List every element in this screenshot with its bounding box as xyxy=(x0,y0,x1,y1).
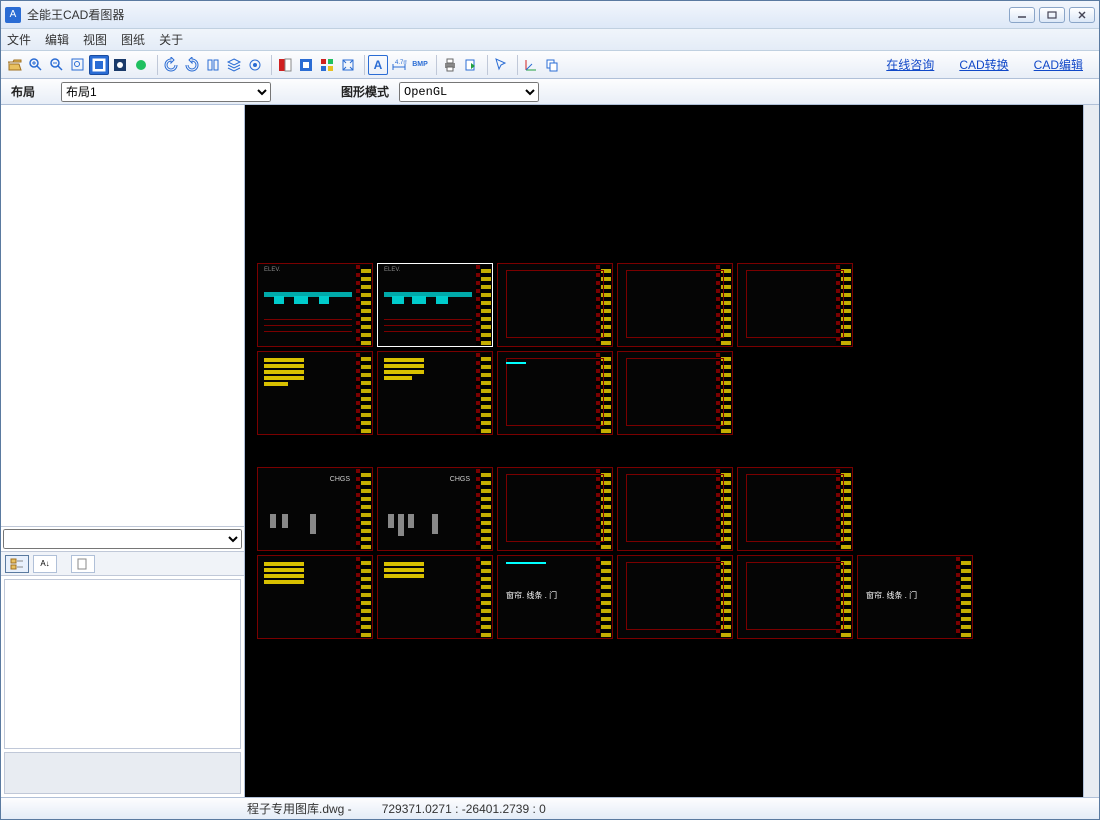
thumb-detail-16[interactable] xyxy=(377,555,493,639)
window-title: 全能王CAD看图器 xyxy=(27,6,1009,23)
graphics-mode-label: 图形模式 xyxy=(341,83,389,100)
app-window: A 全能王CAD看图器 文件 编辑 视图 图纸 关于 A xyxy=(0,0,1100,820)
separator xyxy=(514,55,518,75)
main-area: A↓ ELEV. ELEV. xyxy=(1,105,1099,797)
thumb-elevation-1[interactable]: ELEV. xyxy=(257,263,373,347)
thumb-sheet-9[interactable] xyxy=(617,351,733,435)
thumb-sheet-13[interactable] xyxy=(617,467,733,551)
menu-edit[interactable]: 编辑 xyxy=(45,31,69,48)
status-bar: 程子专用图库.dwg - 729371.0271 : -26401.2739 :… xyxy=(1,797,1099,819)
window-controls xyxy=(1009,7,1095,23)
property-tabs: A↓ xyxy=(1,552,244,576)
thumb-sheet-3[interactable] xyxy=(497,263,613,347)
fit-icon[interactable] xyxy=(89,55,109,75)
layout-label: 布局 xyxy=(11,83,51,100)
link-cad-convert[interactable]: CAD转换 xyxy=(959,56,1008,73)
separator xyxy=(154,55,158,75)
thumb-sheet-4[interactable] xyxy=(617,263,733,347)
menubar: 文件 编辑 视图 图纸 关于 xyxy=(1,29,1099,51)
tab-pages-icon[interactable] xyxy=(71,555,95,573)
thumb-curtain-20[interactable]: 窗帘. 线条 . 门 xyxy=(857,555,973,639)
thumb-section-10[interactable]: CHGS xyxy=(257,467,373,551)
separator xyxy=(268,55,272,75)
pan-icon[interactable] xyxy=(110,55,130,75)
layout-select[interactable]: 布局1 xyxy=(61,82,271,102)
rotate-right-icon[interactable] xyxy=(182,55,202,75)
vertical-scrollbar[interactable] xyxy=(1083,105,1099,797)
bg-color-icon[interactable] xyxy=(131,55,151,75)
thumb-section-11[interactable]: CHGS xyxy=(377,467,493,551)
separator xyxy=(484,55,488,75)
close-button[interactable] xyxy=(1069,7,1095,23)
thumb-sheet-14[interactable] xyxy=(737,467,853,551)
zoom-in-icon[interactable] xyxy=(26,55,46,75)
property-panel[interactable] xyxy=(4,579,241,749)
status-filename: 程子专用图库.dwg - xyxy=(247,800,352,817)
titlebar: A 全能王CAD看图器 xyxy=(1,1,1099,29)
rotate-left-icon[interactable] xyxy=(161,55,181,75)
zoom-out-icon[interactable] xyxy=(47,55,67,75)
sidebar-filter xyxy=(1,527,244,552)
thumb-detail-8[interactable] xyxy=(497,351,613,435)
layer-state-icon[interactable] xyxy=(245,55,265,75)
tab-categorized-icon[interactable] xyxy=(5,555,29,573)
print-icon[interactable] xyxy=(440,55,460,75)
thumb-curtain-17[interactable]: 窗帘. 线条 . 门 xyxy=(497,555,613,639)
menu-drawings[interactable]: 图纸 xyxy=(121,31,145,48)
zoom-window-icon[interactable] xyxy=(68,55,88,75)
thumb-sheet-12[interactable] xyxy=(497,467,613,551)
sidebar: A↓ xyxy=(1,105,245,797)
thumb-detail-7[interactable] xyxy=(377,351,493,435)
expand-icon[interactable] xyxy=(338,55,358,75)
sidebar-tree[interactable] xyxy=(1,105,244,527)
thumb-sheet-19[interactable] xyxy=(737,555,853,639)
property-description xyxy=(4,752,241,794)
link-cad-edit[interactable]: CAD编辑 xyxy=(1034,56,1083,73)
maximize-button[interactable] xyxy=(1039,7,1065,23)
thumbnail-grid: ELEV. ELEV. CHGS CHGS xyxy=(257,263,973,639)
menu-view[interactable]: 视图 xyxy=(83,31,107,48)
menu-about[interactable]: 关于 xyxy=(159,31,183,48)
swatch-blue-icon[interactable] xyxy=(296,55,316,75)
thumb-sheet-5[interactable] xyxy=(737,263,853,347)
separator xyxy=(361,55,365,75)
grid-icon[interactable] xyxy=(317,55,337,75)
app-icon: A xyxy=(5,7,21,23)
bmp-export-icon[interactable]: BMP xyxy=(410,55,430,75)
status-coordinates: 729371.0271 : -26401.2739 : 0 xyxy=(382,802,546,816)
thumb-detail-6[interactable] xyxy=(257,351,373,435)
copy-icon[interactable] xyxy=(542,55,562,75)
menu-file[interactable]: 文件 xyxy=(7,31,31,48)
minimize-button[interactable] xyxy=(1009,7,1035,23)
thumb-elevation-2[interactable]: ELEV. xyxy=(377,263,493,347)
swatch-red-icon[interactable] xyxy=(275,55,295,75)
graphics-mode-select[interactable]: OpenGL xyxy=(399,82,539,102)
pointer-icon[interactable] xyxy=(491,55,511,75)
drawing-canvas[interactable]: ELEV. ELEV. CHGS CHGS xyxy=(245,105,1099,797)
export-icon[interactable] xyxy=(461,55,481,75)
filter-select[interactable] xyxy=(3,529,242,549)
open-icon[interactable] xyxy=(5,55,25,75)
tab-alphabetical-icon[interactable]: A↓ xyxy=(33,555,57,573)
dimension-icon[interactable]: 4.7m xyxy=(389,55,409,75)
svg-text:4.7m: 4.7m xyxy=(395,60,407,66)
thumb-detail-15[interactable] xyxy=(257,555,373,639)
layout-bar: 布局 布局1 图形模式 OpenGL xyxy=(1,79,1099,105)
mirror-icon[interactable] xyxy=(203,55,223,75)
link-online-consult[interactable]: 在线咨询 xyxy=(886,56,934,73)
thumb-sheet-18[interactable] xyxy=(617,555,733,639)
toolbar: A 4.7m BMP 在线咨询 CAD转换 CAD编辑 xyxy=(1,51,1099,79)
axes-icon[interactable] xyxy=(521,55,541,75)
separator xyxy=(433,55,437,75)
text-tool-icon[interactable]: A xyxy=(368,55,388,75)
layers-icon[interactable] xyxy=(224,55,244,75)
